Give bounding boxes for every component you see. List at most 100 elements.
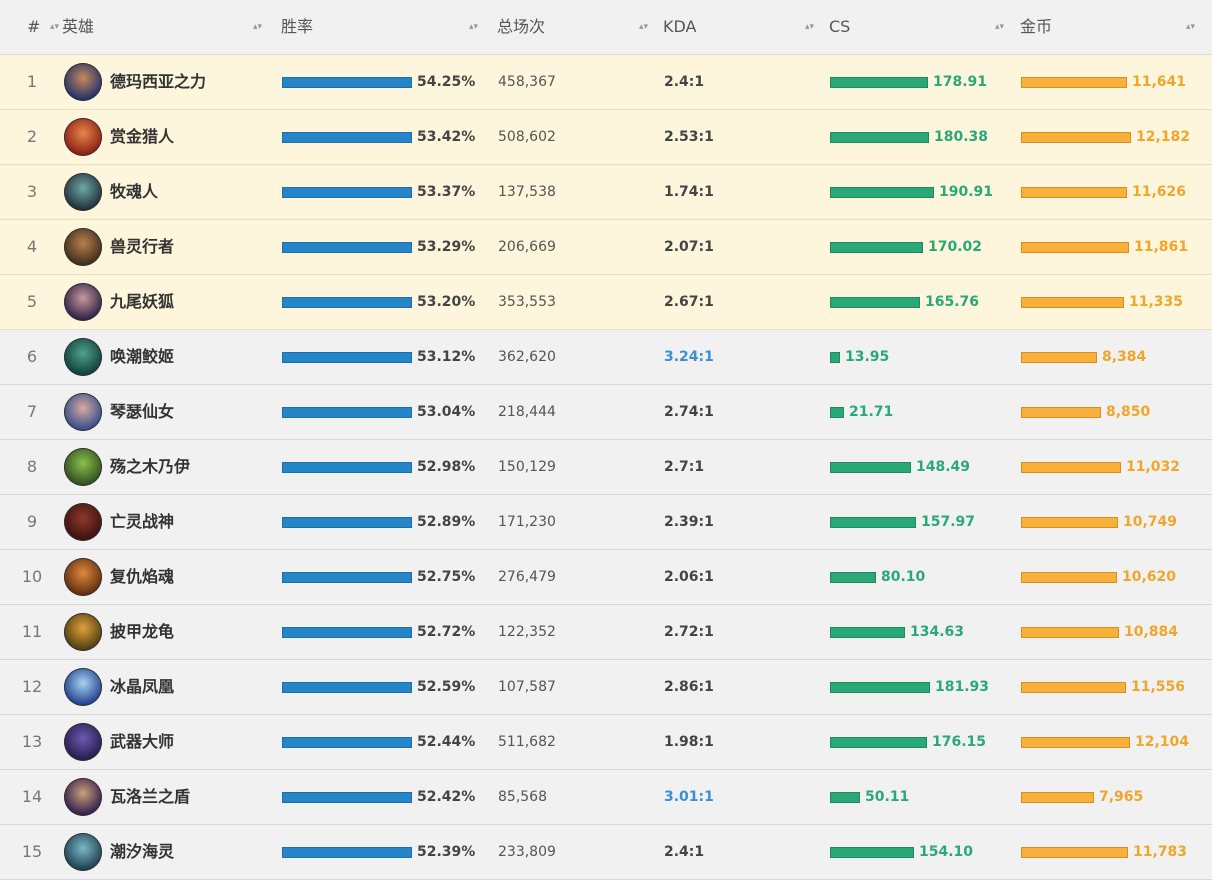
hero-name[interactable]: 唤潮鲛姬 xyxy=(110,330,174,384)
winrate-bar xyxy=(282,571,412,583)
gold-cell: 11,032 xyxy=(1021,440,1180,494)
hero-avatar[interactable] xyxy=(64,833,102,871)
games-count: 362,620 xyxy=(498,349,556,365)
cs-value: 13.95 xyxy=(845,349,890,365)
gold-bar xyxy=(1021,186,1127,198)
hero-avatar[interactable] xyxy=(64,228,102,266)
hero-name[interactable]: 瓦洛兰之盾 xyxy=(110,770,190,824)
hero-avatar[interactable] xyxy=(64,558,102,596)
winrate-value: 52.42% xyxy=(417,789,476,805)
hero-avatar[interactable] xyxy=(64,723,102,761)
winrate-cell: 52.98% xyxy=(282,440,475,494)
kda-value: 2.67:1 xyxy=(664,294,714,310)
hero-avatar[interactable] xyxy=(64,283,102,321)
table-row[interactable]: 9 亡灵战神 52.89% 171,230 2.39:1 157.97 10,749 xyxy=(0,495,1212,550)
rank-number: 15 xyxy=(21,842,43,861)
hero-avatar[interactable] xyxy=(64,393,102,431)
header-gold[interactable]: 金币 xyxy=(1020,0,1052,54)
cs-bar xyxy=(830,461,911,473)
table-row[interactable]: 13 武器大师 52.44% 511,682 1.98:1 176.15 12,104 xyxy=(0,715,1212,770)
winrate-cell: 54.25% xyxy=(282,55,475,109)
hero-avatar[interactable] xyxy=(64,173,102,211)
table-row[interactable]: 8 殇之木乃伊 52.98% 150,129 2.7:1 148.49 11,032 xyxy=(0,440,1212,495)
winrate-value: 53.12% xyxy=(417,349,476,365)
gold-cell: 12,182 xyxy=(1021,110,1190,164)
hero-name[interactable]: 德玛西亚之力 xyxy=(110,55,206,109)
cs-cell: 13.95 xyxy=(830,330,889,384)
hero-name[interactable]: 兽灵行者 xyxy=(110,220,174,274)
rank-number: 13 xyxy=(21,732,43,751)
games-count: 218,444 xyxy=(498,404,556,420)
winrate-bar xyxy=(282,296,412,308)
hero-name[interactable]: 冰晶凤凰 xyxy=(110,660,174,714)
table-row[interactable]: 4 兽灵行者 53.29% 206,669 2.07:1 170.02 11,861 xyxy=(0,220,1212,275)
sort-icon[interactable]: ▴▾ xyxy=(639,0,648,54)
cs-bar xyxy=(830,296,920,308)
hero-avatar[interactable] xyxy=(64,503,102,541)
cs-cell: 165.76 xyxy=(830,275,979,329)
hero-name[interactable]: 殇之木乃伊 xyxy=(110,440,190,494)
hero-avatar[interactable] xyxy=(64,118,102,156)
kda-value: 2.39:1 xyxy=(664,514,714,530)
games-count: 276,479 xyxy=(498,569,556,585)
table-row[interactable]: 14 瓦洛兰之盾 52.42% 85,568 3.01:1 50.11 7,965 xyxy=(0,770,1212,825)
sort-icon[interactable]: ▴▾ xyxy=(1186,0,1195,54)
hero-name[interactable]: 牧魂人 xyxy=(110,165,158,219)
cs-cell: 190.91 xyxy=(830,165,993,219)
hero-name[interactable]: 披甲龙龟 xyxy=(110,605,174,659)
hero-name[interactable]: 九尾妖狐 xyxy=(110,275,174,329)
table-row[interactable]: 11 披甲龙龟 52.72% 122,352 2.72:1 134.63 10,884 xyxy=(0,605,1212,660)
winrate-cell: 53.04% xyxy=(282,385,475,439)
hero-name[interactable]: 琴瑟仙女 xyxy=(110,385,174,439)
table-header: # ▴▾ 英雄 ▴▾ 胜率 ▴▾ 总场次 ▴▾ KDA ▴▾ CS ▴▾ 金币 … xyxy=(0,0,1212,55)
header-cs[interactable]: CS xyxy=(829,0,850,54)
sort-icon[interactable]: ▴▾ xyxy=(469,0,478,54)
sort-icon[interactable]: ▴▾ xyxy=(253,0,262,54)
table-row[interactable]: 12 冰晶凤凰 52.59% 107,587 2.86:1 181.93 11,556 xyxy=(0,660,1212,715)
hero-avatar[interactable] xyxy=(64,613,102,651)
winrate-bar xyxy=(282,241,412,253)
games-count: 511,682 xyxy=(498,734,556,750)
table-row[interactable]: 6 唤潮鲛姬 53.12% 362,620 3.24:1 13.95 8,384 xyxy=(0,330,1212,385)
hero-avatar[interactable] xyxy=(64,778,102,816)
hero-name[interactable]: 赏金猎人 xyxy=(110,110,174,164)
winrate-bar xyxy=(282,461,412,473)
table-row[interactable]: 7 琴瑟仙女 53.04% 218,444 2.74:1 21.71 8,850 xyxy=(0,385,1212,440)
cs-value: 181.93 xyxy=(935,679,990,695)
table-row[interactable]: 10 复仇焰魂 52.75% 276,479 2.06:1 80.10 10,620 xyxy=(0,550,1212,605)
sort-icon[interactable]: ▴▾ xyxy=(805,0,814,54)
gold-bar xyxy=(1021,406,1101,418)
hero-avatar[interactable] xyxy=(64,448,102,486)
winrate-value: 53.20% xyxy=(417,294,476,310)
cs-bar xyxy=(830,131,929,143)
gold-cell: 8,850 xyxy=(1021,385,1150,439)
hero-avatar[interactable] xyxy=(64,668,102,706)
hero-avatar[interactable] xyxy=(64,338,102,376)
winrate-value: 53.04% xyxy=(417,404,476,420)
gold-cell: 7,965 xyxy=(1021,770,1143,824)
header-games[interactable]: 总场次 xyxy=(497,0,545,54)
header-winrate[interactable]: 胜率 xyxy=(281,0,313,54)
gold-value: 10,749 xyxy=(1123,514,1178,530)
sort-icon[interactable]: ▴▾ xyxy=(50,0,59,54)
hero-name[interactable]: 武器大师 xyxy=(110,715,174,769)
table-row[interactable]: 5 九尾妖狐 53.20% 353,553 2.67:1 165.76 11,335 xyxy=(0,275,1212,330)
hero-name[interactable]: 复仇焰魂 xyxy=(110,550,174,604)
header-hero[interactable]: 英雄 xyxy=(62,0,94,54)
gold-bar xyxy=(1021,296,1124,308)
winrate-bar xyxy=(282,406,412,418)
sort-icon[interactable]: ▴▾ xyxy=(995,0,1004,54)
table-row[interactable]: 15 潮汐海灵 52.39% 233,809 2.4:1 154.10 11,783 xyxy=(0,825,1212,880)
header-kda[interactable]: KDA xyxy=(663,0,696,54)
hero-name[interactable]: 亡灵战神 xyxy=(110,495,174,549)
table-row[interactable]: 1 德玛西亚之力 54.25% 458,367 2.4:1 178.91 11,641 xyxy=(0,55,1212,110)
hero-avatar[interactable] xyxy=(64,63,102,101)
cs-value: 165.76 xyxy=(925,294,980,310)
table-row[interactable]: 2 赏金猎人 53.42% 508,602 2.53:1 180.38 12,182 xyxy=(0,110,1212,165)
hero-stats-table: # ▴▾ 英雄 ▴▾ 胜率 ▴▾ 总场次 ▴▾ KDA ▴▾ CS ▴▾ 金币 … xyxy=(0,0,1212,880)
table-row[interactable]: 3 牧魂人 53.37% 137,538 1.74:1 190.91 11,626 xyxy=(0,165,1212,220)
winrate-cell: 52.72% xyxy=(282,605,475,659)
rank-number: 9 xyxy=(26,512,38,531)
header-rank[interactable]: # xyxy=(27,0,40,54)
hero-name[interactable]: 潮汐海灵 xyxy=(110,825,174,879)
